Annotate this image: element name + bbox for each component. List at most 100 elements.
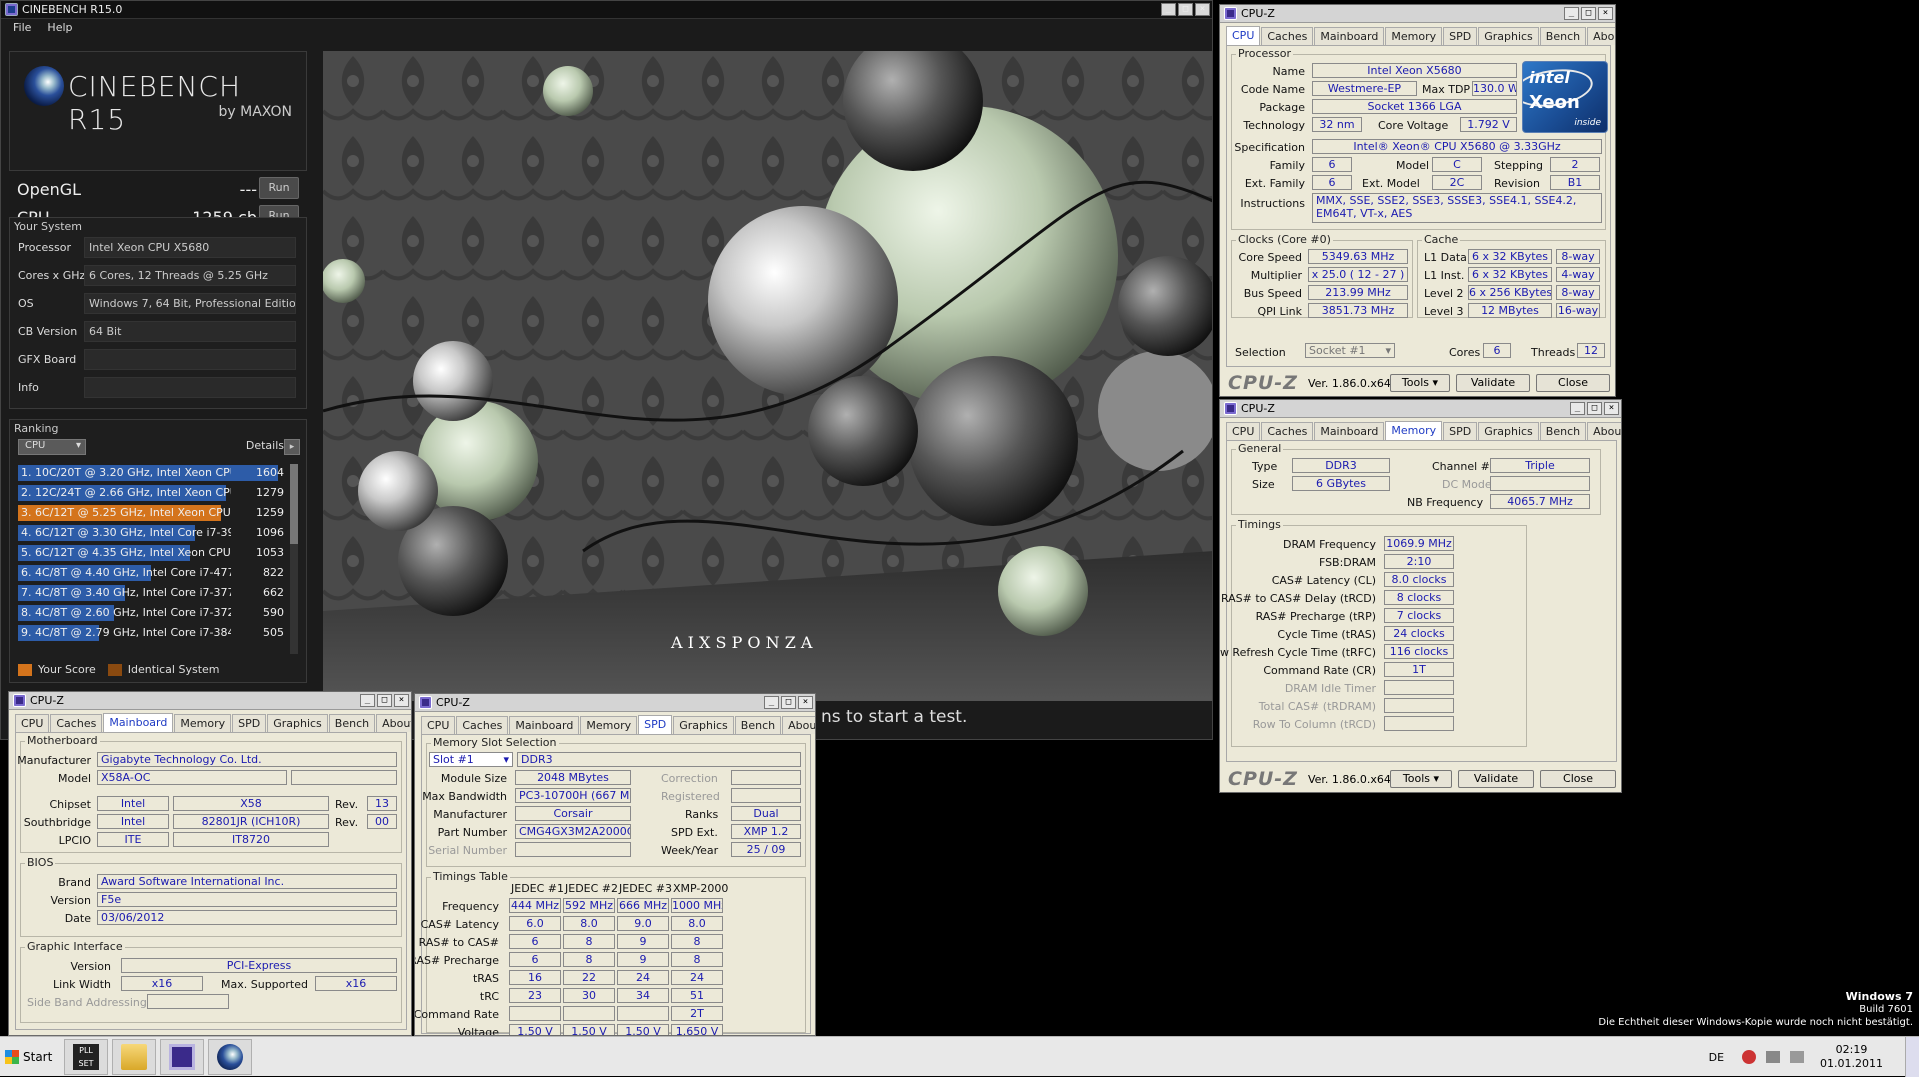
tab-caches[interactable]: Caches [50,714,103,732]
tab-mainboard[interactable]: Mainboard [1314,27,1385,45]
tab-spd[interactable]: SPD [1443,27,1478,45]
close-button[interactable]: × [798,696,813,709]
details-button[interactable]: ▸ [284,439,300,455]
ranking-scrollbar[interactable] [290,464,298,654]
taskbar-pll-set[interactable]: PLL SET [64,1039,108,1075]
tab-caches[interactable]: Caches [1261,422,1314,440]
minimize-button[interactable]: _ [1161,3,1176,16]
tools-button[interactable]: Tools ▾ [1390,770,1452,788]
timings-cell [617,1006,669,1021]
maximize-button[interactable]: □ [377,694,392,707]
validate-button[interactable]: Validate [1456,374,1530,392]
tab-graphics[interactable]: Graphics [673,716,734,734]
start-button[interactable]: Start [2,1041,54,1073]
tab-graphics[interactable]: Graphics [1478,27,1539,45]
minimize-button[interactable]: _ [1564,7,1579,20]
scrollbar-thumb[interactable] [290,464,298,544]
close-button[interactable]: Close [1540,770,1616,788]
tab-caches[interactable]: Caches [456,716,509,734]
cpuz-titlebar[interactable]: CPU-Z _ □ × [1220,5,1615,23]
tab-spd[interactable]: SPD [1443,422,1478,440]
bios-header: BIOS [25,856,56,869]
ranking-row[interactable]: 3. 6C/12T @ 5.25 GHz, Intel Xeon CPU X56… [18,504,288,522]
ranking-row[interactable]: 2. 12C/24T @ 2.66 GHz, Intel Xeon CPU X5… [18,484,288,502]
cpuz-tabs: CPU Caches Mainboard Memory SPD Graphics… [1226,421,1621,441]
tab-cpu[interactable]: CPU [1226,26,1261,46]
minimize-button[interactable]: _ [1570,402,1585,415]
ranking-row-label: 9. 4C/8T @ 2.79 GHz, Intel Core i7-3840Q… [21,626,231,639]
opengl-run-button[interactable]: Run [259,177,299,199]
menu-help[interactable]: Help [47,21,72,34]
tab-cpu[interactable]: CPU [15,714,50,732]
maximize-button[interactable]: □ [1587,402,1602,415]
timings-cell: 9.0 [617,916,669,931]
tab-memory[interactable]: Memory [580,716,638,734]
action-center-icon[interactable] [1742,1050,1757,1064]
close-button[interactable]: × [394,694,409,707]
taskbar: Start PLL SET DE 02:19 01.01.2011 [0,1036,1919,1077]
maximize-button[interactable]: □ [781,696,796,709]
speaker-icon[interactable] [1790,1051,1805,1063]
taskbar-cinebench[interactable] [208,1039,252,1075]
slot-dropdown[interactable]: Slot #1 ▾ [429,752,513,767]
maximize-button[interactable]: □ [1178,3,1193,16]
cpuz-titlebar[interactable]: CPU-Z _ □ × [9,692,411,710]
menu-file[interactable]: File [13,21,31,34]
tools-button[interactable]: Tools ▾ [1390,374,1450,392]
cpuz-app-icon [13,694,26,707]
ranking-row[interactable]: 6. 4C/8T @ 4.40 GHz, Intel Core i7-4770K… [18,564,288,582]
level3-label: Level 3 [1424,305,1464,318]
tab-bench[interactable]: Bench [734,716,782,734]
tab-bench[interactable]: Bench [1539,27,1587,45]
ranking-row[interactable]: 7. 4C/8T @ 3.40 GHz, Intel Core i7-3770 … [18,584,288,602]
taskbar-cpuz[interactable] [160,1039,204,1075]
validate-button[interactable]: Validate [1458,770,1534,788]
close-button[interactable]: Close [1536,374,1610,392]
language-indicator[interactable]: DE [1709,1051,1724,1064]
info-field[interactable] [84,377,296,398]
ranking-row[interactable]: 9. 4C/8T @ 2.79 GHz, Intel Core i7-3840Q… [18,624,288,642]
minimize-button[interactable]: _ [360,694,375,707]
tab-bench[interactable]: Bench [1539,422,1587,440]
ranking-row[interactable]: 8. 4C/8T @ 2.60 GHz, Intel Core i7-3720Q… [18,604,288,622]
ranking-row[interactable]: 1. 10C/20T @ 3.20 GHz, Intel Xeon CPU E5… [18,464,288,482]
close-button[interactable]: × [1598,7,1613,20]
ranking-row[interactable]: 4. 6C/12T @ 3.30 GHz, Intel Core i7-3930… [18,524,288,542]
gfx-board-field[interactable] [84,349,296,370]
tab-memory[interactable]: Memory [1385,421,1443,441]
ranking-dropdown[interactable]: CPU ▾ [18,439,86,455]
tab-mainboard[interactable]: Mainboard [509,716,580,734]
tab-caches[interactable]: Caches [1261,27,1314,45]
tab-cpu[interactable]: CPU [1226,422,1261,440]
tab-about[interactable]: About [782,716,815,734]
tab-about[interactable]: About [376,714,411,732]
close-button[interactable]: × [1604,402,1619,415]
tab-bench[interactable]: Bench [328,714,376,732]
tab-spd[interactable]: SPD [232,714,267,732]
ranking-row[interactable]: 5. 6C/12T @ 4.35 GHz, Intel Xeon CPU X56… [18,544,288,562]
clock[interactable]: 02:19 01.01.2011 [1820,1043,1883,1071]
show-desktop-button[interactable] [1905,1037,1919,1077]
tab-about[interactable]: About [1587,422,1621,440]
selection-dropdown[interactable]: Socket #1 ▾ [1305,343,1395,358]
tab-cpu[interactable]: CPU [421,716,456,734]
close-button[interactable]: × [1195,3,1210,16]
minimize-button[interactable]: _ [764,696,779,709]
tab-spd[interactable]: SPD [638,715,673,735]
taskbar-explorer[interactable] [112,1039,156,1075]
tab-mainboard[interactable]: Mainboard [103,713,174,733]
timings-cell: 8 [671,952,723,967]
cpuz-titlebar[interactable]: CPU-Z _ □ × [415,694,815,712]
network-icon[interactable] [1766,1051,1781,1063]
cpuz-titlebar[interactable]: CPU-Z _ □ × [1220,400,1621,418]
tab-memory[interactable]: Memory [174,714,232,732]
tab-memory[interactable]: Memory [1385,27,1443,45]
maximize-button[interactable]: □ [1581,7,1596,20]
tab-graphics[interactable]: Graphics [1478,422,1539,440]
tab-about[interactable]: About [1587,27,1615,45]
ranks-label: Ranks [685,808,719,821]
tab-graphics[interactable]: Graphics [267,714,328,732]
timing-label: RAS# to CAS# Delay (tRCD) [1220,592,1376,605]
tab-mainboard[interactable]: Mainboard [1314,422,1385,440]
cinebench-titlebar[interactable]: CINEBENCH R15.0 _ □ × [1,1,1212,19]
